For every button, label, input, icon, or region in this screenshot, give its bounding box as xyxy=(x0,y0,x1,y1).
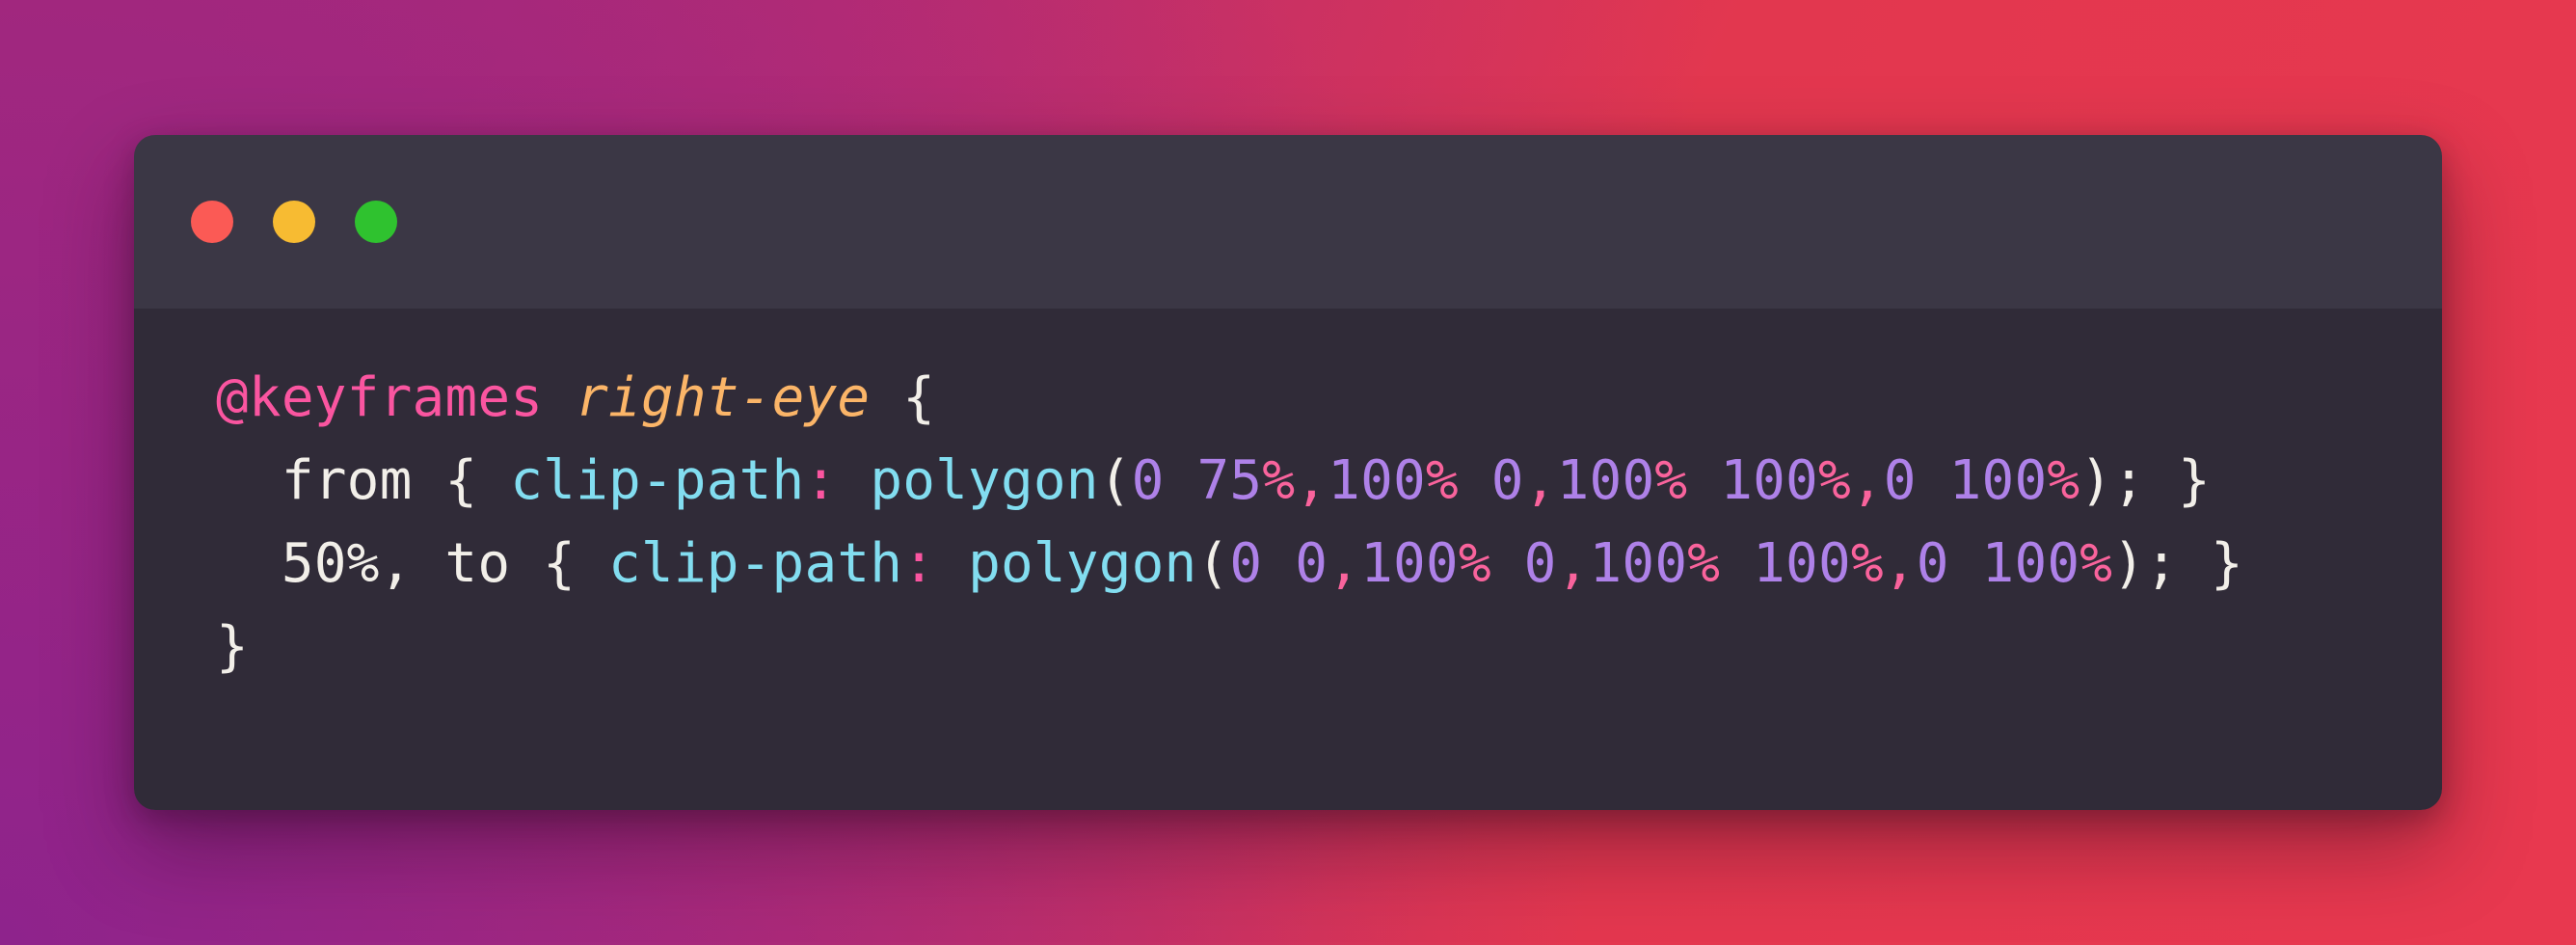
code-token-plain: ); } xyxy=(2080,449,2211,512)
code-token-num: 100 xyxy=(1753,532,1851,595)
code-token-unit: % xyxy=(1262,449,1296,512)
code-token-unit: % xyxy=(1850,532,1884,595)
code-token-plain: 50%, to { xyxy=(216,532,608,595)
code-token-num: 100 xyxy=(1589,532,1688,595)
code-token-punct: : xyxy=(902,532,936,595)
code-token-unit: % xyxy=(2080,532,2113,595)
code-token-num: 0 xyxy=(1490,449,1524,512)
code-line: from { clip-path: polygon(0 75%,100% 0,1… xyxy=(216,440,2442,523)
code-token-comma: , xyxy=(1556,532,1590,595)
code-token-num: 0 xyxy=(1883,449,1917,512)
code-token-unit: % xyxy=(1425,449,1459,512)
code-line: @keyframes right-eye { xyxy=(216,357,2442,440)
minimize-button[interactable] xyxy=(273,201,315,243)
code-token-comma: , xyxy=(1883,532,1917,595)
code-token-num: 75 xyxy=(1196,449,1263,512)
code-token-prop: clip-path xyxy=(607,532,903,595)
code-token-unit: % xyxy=(1687,532,1721,595)
code-token-plain: ); } xyxy=(2112,532,2243,595)
code-token-fn: polygon xyxy=(870,449,1099,512)
code-token-fn: polygon xyxy=(968,532,1197,595)
code-token-plain: } xyxy=(216,615,249,678)
code-token-name: right-eye xyxy=(576,366,871,429)
close-button[interactable] xyxy=(191,201,233,243)
code-token-num: 0 xyxy=(1916,532,1949,595)
code-token-comma: , xyxy=(1328,532,1361,595)
code-line: } xyxy=(216,606,2442,688)
code-token-num: 100 xyxy=(1720,449,1818,512)
code-token-num: 100 xyxy=(1360,532,1459,595)
code-token-comma: , xyxy=(1523,449,1557,512)
code-token-plain: ( xyxy=(1196,532,1230,595)
code-token-plain: ( xyxy=(1098,449,1132,512)
code-token-plain: from { xyxy=(216,449,511,512)
code-token-unit: % xyxy=(1654,449,1688,512)
code-token-num: 0 xyxy=(1131,449,1165,512)
code-token-punct: : xyxy=(804,449,838,512)
code-token-plain: { xyxy=(870,366,936,429)
code-line: 50%, to { clip-path: polygon(0 0,100% 0,… xyxy=(216,523,2442,606)
code-window: @keyframes right-eye { from { clip-path:… xyxy=(134,135,2442,810)
code-token-comma: , xyxy=(1295,449,1328,512)
code-token-prop: clip-path xyxy=(510,449,805,512)
code-token-num: 100 xyxy=(1556,449,1655,512)
code-token-unit: % xyxy=(1458,532,1491,595)
window-title-bar xyxy=(134,135,2442,309)
code-token-unit: % xyxy=(1817,449,1851,512)
code-token-unit: % xyxy=(2047,449,2080,512)
code-token-num: 100 xyxy=(1981,532,2080,595)
maximize-button[interactable] xyxy=(355,201,397,243)
code-token-num: 0 xyxy=(1295,532,1328,595)
code-token-num: 0 xyxy=(1523,532,1557,595)
code-token-comma: , xyxy=(1850,449,1884,512)
background-gradient: @keyframes right-eye { from { clip-path:… xyxy=(0,0,2576,945)
code-token-num: 0 xyxy=(1229,532,1263,595)
code-token-atrule: @keyframes xyxy=(216,366,544,429)
code-token-num: 100 xyxy=(1948,449,2048,512)
code-token-num: 100 xyxy=(1328,449,1426,512)
code-editor-area[interactable]: @keyframes right-eye { from { clip-path:… xyxy=(134,309,2442,810)
